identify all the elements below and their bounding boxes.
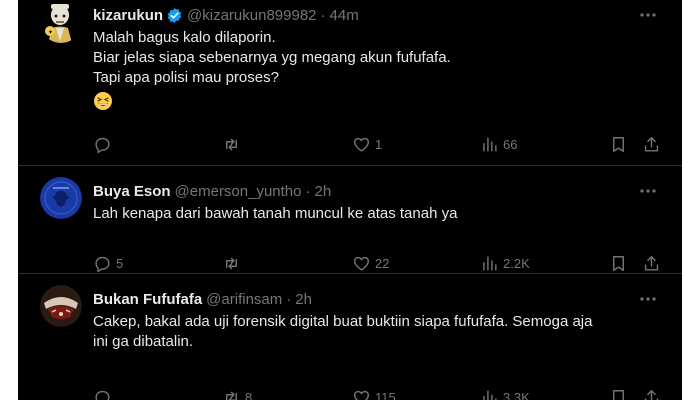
reply-button[interactable]: 5 — [93, 252, 123, 274]
view-count: 66 — [503, 136, 518, 152]
author-name[interactable]: Buya Eson — [93, 183, 171, 200]
verified-badge-icon — [167, 7, 182, 23]
tweet-text: Malah bagus kalo dilaporin. Biar jelas s… — [93, 28, 668, 111]
avatar[interactable] — [40, 177, 82, 219]
tweet[interactable]: ✦ kizarukun @kizarukun899982 · 44m Malah… — [18, 0, 682, 166]
tweet-line: Malah bagus kalo dilaporin. — [93, 29, 276, 46]
share-button[interactable] — [642, 133, 661, 155]
like-count: 115 — [375, 389, 396, 400]
like-count: 1 — [375, 136, 383, 152]
author-name[interactable]: Bukan Fufufafa — [93, 291, 202, 308]
avatar[interactable]: ✦ — [40, 1, 82, 43]
retweet-button[interactable] — [222, 133, 245, 155]
grinning-squinting-face-icon — [94, 92, 112, 110]
author-handle[interactable]: @kizarukun899982 — [187, 7, 316, 24]
like-button[interactable]: 115 — [352, 386, 396, 400]
tweet-line: Cakep, bakal ada uji forensik digital bu… — [93, 313, 593, 330]
reply-button[interactable] — [93, 133, 116, 155]
share-button[interactable] — [642, 252, 661, 274]
avatar[interactable] — [40, 285, 82, 327]
retweet-icon — [226, 391, 237, 400]
heart-icon — [353, 137, 370, 152]
retweet-icon — [226, 138, 237, 150]
retweet-button[interactable]: 8 — [222, 386, 252, 400]
retweet-count: 8 — [245, 389, 253, 400]
tweet-text: Lah kenapa dari bawah tanah muncul ke at… — [93, 204, 668, 224]
share-button[interactable] — [642, 386, 661, 400]
views-chart-icon — [483, 389, 497, 400]
view-count: 2.2K — [503, 255, 530, 271]
tweet[interactable]: Bukan Fufufafa @arifinsam · 2h Cakep, ba… — [18, 274, 682, 400]
views-chart-icon — [483, 255, 497, 271]
reply-button[interactable] — [93, 386, 116, 400]
more-options-icon[interactable] — [638, 7, 658, 23]
retweet-icon — [226, 257, 237, 269]
separator-dot: · — [320, 6, 326, 24]
author-name[interactable]: kizarukun — [93, 7, 163, 24]
separator-dot: · — [286, 290, 292, 308]
retweet-button[interactable] — [222, 252, 245, 274]
timeline: ✦ kizarukun @kizarukun899982 · 44m Malah… — [18, 0, 682, 400]
bookmark-button[interactable] — [609, 133, 628, 155]
more-options-icon[interactable] — [638, 183, 658, 199]
views-chart-icon — [483, 136, 497, 152]
reply-icon — [95, 390, 110, 400]
heart-icon — [353, 390, 370, 400]
share-icon — [644, 389, 659, 400]
timestamp[interactable]: 2h — [315, 183, 332, 200]
views-button[interactable]: 3.3K — [480, 386, 530, 400]
author-handle[interactable]: @arifinsam — [206, 291, 282, 308]
tweet-line: Lah kenapa dari bawah tanah muncul ke at… — [93, 205, 458, 222]
share-icon — [644, 136, 659, 152]
tweet-line: Tapi apa polisi mau proses? — [93, 69, 279, 86]
tweet-line: Biar jelas siapa sebenarnya yg megang ak… — [93, 49, 451, 66]
share-icon — [644, 255, 659, 271]
heart-icon — [353, 256, 370, 271]
more-options-icon[interactable] — [638, 291, 658, 307]
tweet[interactable]: Buya Eson @emerson_yuntho · 2h Lah kenap… — [18, 166, 682, 274]
timestamp[interactable]: 44m — [330, 7, 359, 24]
separator-dot: · — [305, 182, 311, 200]
views-button[interactable]: 66 — [480, 133, 517, 155]
view-count: 3.3K — [503, 389, 530, 400]
reply-count: 5 — [116, 255, 124, 271]
bookmark-button[interactable] — [609, 252, 628, 274]
like-count: 22 — [375, 255, 390, 271]
bookmark-button[interactable] — [609, 386, 628, 400]
like-button[interactable]: 1 — [352, 133, 382, 155]
bookmark-icon — [613, 255, 624, 271]
reply-icon — [95, 256, 110, 272]
like-button[interactable]: 22 — [352, 252, 389, 274]
tweet-line: ini ga dibatalin. — [93, 333, 194, 350]
tweet-text: Cakep, bakal ada uji forensik digital bu… — [93, 312, 668, 352]
bookmark-icon — [613, 136, 624, 152]
bookmark-icon — [613, 389, 624, 400]
timestamp[interactable]: 2h — [295, 291, 312, 308]
views-button[interactable]: 2.2K — [480, 252, 530, 274]
reply-icon — [95, 137, 110, 153]
author-handle[interactable]: @emerson_yuntho — [175, 183, 302, 200]
svg-text:✦: ✦ — [48, 29, 53, 36]
